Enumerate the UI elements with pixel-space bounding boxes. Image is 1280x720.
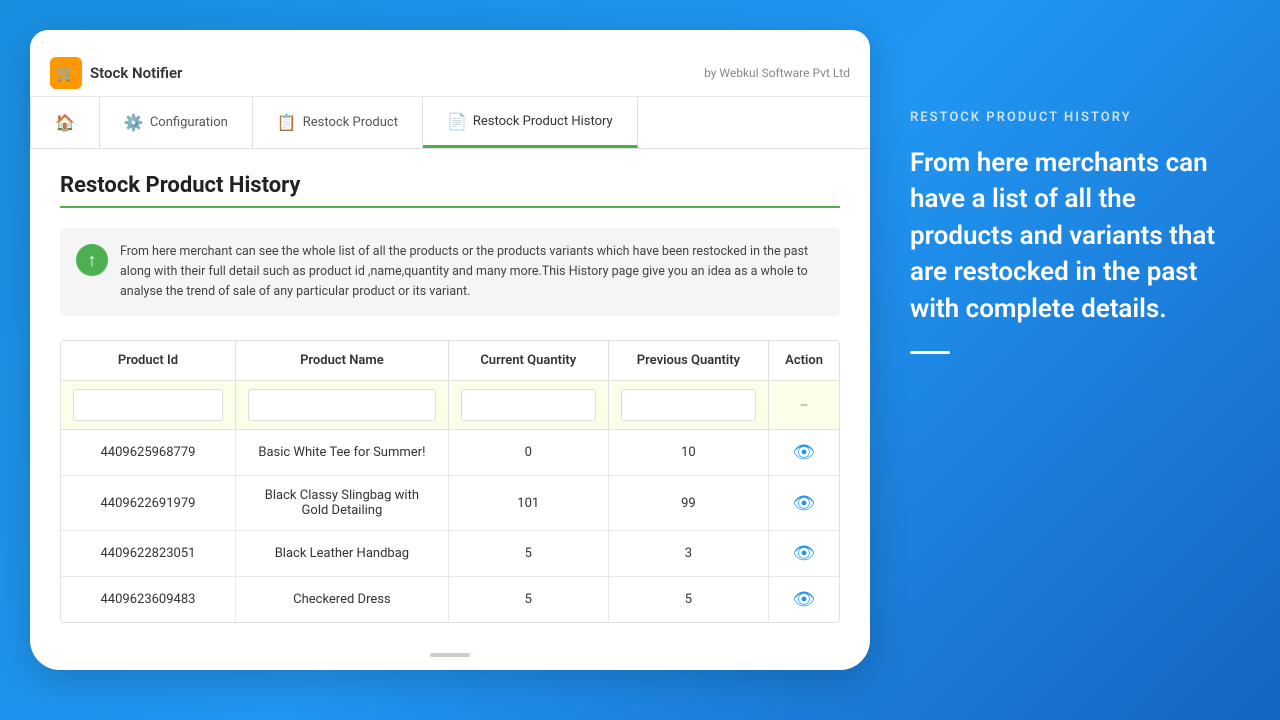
filter-input-previous[interactable]: [621, 389, 756, 421]
right-panel-description: From here merchants can have a list of a…: [910, 145, 1220, 327]
home-icon: 🏠: [55, 113, 75, 132]
cell-current-qty: 5: [448, 531, 608, 577]
app-icon: 🛒: [50, 57, 82, 89]
dots-indicator: [30, 38, 870, 45]
product-table: Product Id Product Name Current Quantity…: [60, 340, 840, 623]
filter-input-name[interactable]: [248, 389, 436, 421]
cell-product-id: 4409623609483: [61, 577, 235, 623]
content-area: Restock Product History ↑ From here merc…: [30, 149, 870, 647]
cell-product-id: 4409622691979: [61, 476, 235, 531]
col-header-product-name: Product Name: [235, 341, 448, 381]
filter-current-qty[interactable]: [448, 381, 608, 430]
history-icon: 📄: [447, 112, 467, 131]
cell-previous-qty: 5: [608, 577, 768, 623]
cell-current-qty: 5: [448, 577, 608, 623]
view-icon[interactable]: 👁: [793, 442, 816, 463]
cell-action: 👁: [769, 531, 839, 577]
cell-product-name: Black Leather Handbag: [235, 531, 448, 577]
filter-action: --: [769, 381, 839, 430]
dot-2: [453, 38, 460, 45]
cell-previous-qty: 10: [608, 430, 768, 476]
col-header-action: Action: [769, 341, 839, 381]
nav-item-home[interactable]: 🏠: [30, 97, 100, 148]
table-row: 4409622691979 Black Classy Slingbag with…: [61, 476, 839, 531]
filter-product-name[interactable]: [235, 381, 448, 430]
table-header-row: Product Id Product Name Current Quantity…: [61, 341, 839, 381]
nav-label-restock-history: Restock Product History: [473, 114, 613, 129]
filter-product-id[interactable]: [61, 381, 235, 430]
app-title: Stock Notifier: [90, 64, 182, 82]
filter-input-id[interactable]: [73, 389, 223, 421]
nav-bar: 🏠 ⚙️ Configuration 📋 Restock Product 📄 R…: [30, 97, 870, 149]
cell-product-name: Basic White Tee for Summer!: [235, 430, 448, 476]
right-divider: [910, 351, 950, 354]
view-icon[interactable]: 👁: [793, 589, 816, 610]
table-row: 4409622823051 Black Leather Handbag 5 3 …: [61, 531, 839, 577]
nav-label-configuration: Configuration: [150, 115, 228, 130]
table-row: 4409623609483 Checkered Dress 5 5 👁: [61, 577, 839, 623]
cell-current-qty: 101: [448, 476, 608, 531]
cell-action: 👁: [769, 476, 839, 531]
by-text: by Webkul Software Pvt Ltd: [704, 66, 850, 80]
info-box: ↑ From here merchant can see the whole l…: [60, 228, 840, 316]
cell-action: 👁: [769, 577, 839, 623]
filter-previous-qty[interactable]: [608, 381, 768, 430]
filter-row: --: [61, 381, 839, 430]
config-icon: ⚙️: [124, 113, 144, 132]
scroll-bar: [430, 653, 470, 657]
cell-product-name: Black Classy Slingbag with Gold Detailin…: [235, 476, 448, 531]
filter-input-current[interactable]: [461, 389, 596, 421]
cell-product-id: 4409622823051: [61, 531, 235, 577]
nav-item-restock-history[interactable]: 📄 Restock Product History: [423, 97, 638, 148]
view-icon[interactable]: 👁: [793, 543, 816, 564]
cell-previous-qty: 99: [608, 476, 768, 531]
nav-label-restock-product: Restock Product: [303, 115, 398, 130]
info-icon: ↑: [76, 244, 108, 276]
cell-current-qty: 0: [448, 430, 608, 476]
restock-icon: 📋: [277, 113, 297, 132]
cell-product-id: 4409625968779: [61, 430, 235, 476]
table-row: 4409625968779 Basic White Tee for Summer…: [61, 430, 839, 476]
app-brand: 🛒 Stock Notifier: [50, 57, 182, 89]
nav-item-configuration[interactable]: ⚙️ Configuration: [100, 97, 253, 148]
col-header-previous-qty: Previous Quantity: [608, 341, 768, 381]
scroll-indicator: [30, 647, 870, 665]
top-bar: 🛒 Stock Notifier by Webkul Software Pvt …: [30, 49, 870, 97]
col-header-current-qty: Current Quantity: [448, 341, 608, 381]
right-panel: RESTOCK PRODUCT HISTORY From here mercha…: [870, 30, 1250, 690]
info-text: From here merchant can see the whole lis…: [120, 242, 824, 302]
cell-previous-qty: 3: [608, 531, 768, 577]
nav-item-restock-product[interactable]: 📋 Restock Product: [253, 97, 423, 148]
cell-product-name: Checkered Dress: [235, 577, 448, 623]
dot-1: [440, 38, 447, 45]
col-header-product-id: Product Id: [61, 341, 235, 381]
main-card: 🛒 Stock Notifier by Webkul Software Pvt …: [30, 30, 870, 670]
right-panel-label: RESTOCK PRODUCT HISTORY: [910, 110, 1220, 125]
page-title: Restock Product History: [60, 173, 840, 198]
cell-action: 👁: [769, 430, 839, 476]
title-underline: [60, 206, 840, 208]
view-icon[interactable]: 👁: [793, 493, 816, 514]
